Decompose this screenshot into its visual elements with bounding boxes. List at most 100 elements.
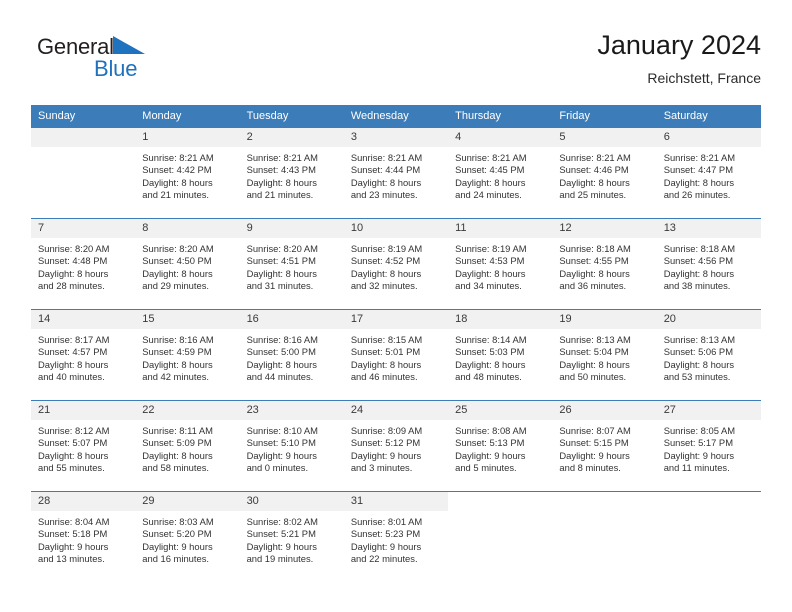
weekday-header-monday: Monday <box>135 105 240 128</box>
calendar-day-cell[interactable]: 31 Sunrise: 8:01 AM Sunset: 5:23 PM Dayligh… <box>343 491 449 582</box>
day-details: Sunrise: 8:10 AM Sunset: 5:10 PM Daylight:… <box>240 420 344 475</box>
calendar-day-cell[interactable]: 5 Sunrise: 8:21 AM Sunset: 4:46 PM Daylight… <box>552 128 657 219</box>
sunset-text: Sunset: 4:47 PM <box>663 164 733 176</box>
calendar-day-cell[interactable]: 10 Sunrise: 8:19 AM Sunset: 4:52 PM Dayligh… <box>343 218 449 310</box>
calendar-day-cell[interactable]: 17 Sunrise: 8:15 AM Sunset: 5:01 PM Dayligh… <box>343 309 449 401</box>
calendar-day-cell[interactable]: 23 Sunrise: 8:10 AM Sunset: 5:10 PM Dayligh… <box>239 400 344 492</box>
calendar-day-cell[interactable]: 7 Sunrise: 8:20 AM Sunset: 4:48 PM Daylight… <box>31 218 136 310</box>
sunrise-text: Sunrise: 8:20 AM <box>246 243 318 254</box>
day-number: 11 <box>448 219 553 238</box>
day-cell-inner: 9 Sunrise: 8:20 AM Sunset: 4:51 PM Daylight… <box>239 219 344 309</box>
sunrise-text: Sunrise: 8:21 AM <box>246 152 318 163</box>
calendar-day-cell[interactable]: 22 Sunrise: 8:11 AM Sunset: 5:09 PM Dayligh… <box>135 400 240 492</box>
day-cell-inner: 1 Sunrise: 8:21 AM Sunset: 4:42 PM Daylight… <box>135 128 240 218</box>
calendar-day-cell[interactable]: 18 Sunrise: 8:14 AM Sunset: 5:03 PM Dayligh… <box>448 309 553 401</box>
day-cell-inner: 29 Sunrise: 8:03 AM Sunset: 5:20 PM Dayligh… <box>135 492 240 582</box>
calendar-day-cell[interactable]: 11 Sunrise: 8:19 AM Sunset: 4:53 PM Dayligh… <box>448 218 553 310</box>
sunset-text: Sunset: 5:07 PM <box>38 437 108 449</box>
calendar-day-cell[interactable]: 4 Sunrise: 8:21 AM Sunset: 4:45 PM Daylight… <box>448 128 553 219</box>
calendar-day-cell[interactable]: 6 Sunrise: 8:21 AM Sunset: 4:47 PM Daylight… <box>656 128 761 219</box>
sunrise-text: Sunrise: 8:18 AM <box>559 243 631 254</box>
day-details: Sunrise: 8:03 AM Sunset: 5:20 PM Daylight:… <box>135 511 239 566</box>
calendar-day-cell[interactable]: 28 Sunrise: 8:04 AM Sunset: 5:18 PM Dayligh… <box>31 491 136 582</box>
day-number: 9 <box>239 219 344 238</box>
calendar-day-cell[interactable]: 8 Sunrise: 8:20 AM Sunset: 4:50 PM Daylight… <box>135 218 240 310</box>
daylight-text-line1: Daylight: 9 hours <box>559 449 630 461</box>
day-details: Sunrise: 8:21 AM Sunset: 4:42 PM Daylight:… <box>135 147 239 202</box>
day-number: 3 <box>343 128 449 147</box>
day-details: Sunrise: 8:16 AM Sunset: 4:59 PM Daylight:… <box>135 329 239 384</box>
sunset-text: Sunset: 5:03 PM <box>455 346 525 358</box>
day-cell-inner: 18 Sunrise: 8:14 AM Sunset: 5:03 PM Dayligh… <box>448 310 553 400</box>
daylight-text-line2: and 23 minutes. <box>350 189 418 201</box>
sunset-text: Sunset: 4:57 PM <box>38 346 108 358</box>
calendar-day-cell[interactable]: 14 Sunrise: 8:17 AM Sunset: 4:57 PM Dayligh… <box>31 309 136 401</box>
sunset-text: Sunset: 4:46 PM <box>559 164 629 176</box>
daylight-text-line1: Daylight: 8 hours <box>246 176 317 188</box>
daylight-text-line1: Daylight: 8 hours <box>38 449 109 461</box>
sunset-text: Sunset: 4:52 PM <box>350 255 421 267</box>
calendar-day-cell[interactable]: 20 Sunrise: 8:13 AM Sunset: 5:06 PM Dayligh… <box>656 309 761 401</box>
day-details: Sunrise: 8:19 AM Sunset: 4:53 PM Daylight:… <box>448 238 552 293</box>
daylight-text-line2: and 5 minutes. <box>455 462 517 474</box>
day-cell-inner: 20 Sunrise: 8:13 AM Sunset: 5:06 PM Dayligh… <box>656 310 761 400</box>
sunrise-text: Sunrise: 8:18 AM <box>663 243 736 254</box>
daylight-text-line2: and 46 minutes. <box>350 371 418 383</box>
day-number: 28 <box>31 492 136 511</box>
calendar-day-cell[interactable]: 13 Sunrise: 8:18 AM Sunset: 4:56 PM Dayligh… <box>656 218 761 310</box>
day-number: 25 <box>448 401 553 420</box>
sunrise-text: Sunrise: 8:17 AM <box>38 334 110 345</box>
daylight-text-line1: Daylight: 9 hours <box>246 540 317 552</box>
day-number <box>656 492 761 511</box>
calendar-day-cell[interactable]: 9 Sunrise: 8:20 AM Sunset: 4:51 PM Daylight… <box>239 218 344 310</box>
daylight-text-line2: and 50 minutes. <box>559 371 627 383</box>
sunset-text: Sunset: 4:53 PM <box>455 255 525 267</box>
day-cell-inner: 10 Sunrise: 8:19 AM Sunset: 4:52 PM Dayligh… <box>343 219 449 309</box>
calendar-day-cell[interactable]: 16 Sunrise: 8:16 AM Sunset: 5:00 PM Dayligh… <box>239 309 344 401</box>
sunset-text: Sunset: 5:09 PM <box>142 437 212 449</box>
daylight-text-line1: Daylight: 8 hours <box>38 358 109 370</box>
day-number: 15 <box>135 310 240 329</box>
calendar-day-cell[interactable]: 26 Sunrise: 8:07 AM Sunset: 5:15 PM Dayligh… <box>552 400 657 492</box>
day-number: 13 <box>656 219 761 238</box>
day-number: 16 <box>239 310 344 329</box>
daylight-text-line1: Daylight: 9 hours <box>663 449 735 461</box>
calendar-day-cell[interactable]: 29 Sunrise: 8:03 AM Sunset: 5:20 PM Dayligh… <box>135 491 240 582</box>
daylight-text-line1: Daylight: 8 hours <box>455 176 526 188</box>
calendar-week-row: 1 Sunrise: 8:21 AM Sunset: 4:42 PM Daylight… <box>31 128 761 219</box>
day-cell-inner: 13 Sunrise: 8:18 AM Sunset: 4:56 PM Dayligh… <box>656 219 761 309</box>
calendar-day-cell[interactable]: 1 Sunrise: 8:21 AM Sunset: 4:42 PM Daylight… <box>135 128 240 219</box>
logo-general-blue[interactable]: General Blue <box>37 34 237 90</box>
day-cell-inner: 17 Sunrise: 8:15 AM Sunset: 5:01 PM Dayligh… <box>343 310 449 400</box>
weekday-header-wednesday: Wednesday <box>343 105 449 128</box>
day-details: Sunrise: 8:18 AM Sunset: 4:55 PM Daylight:… <box>552 238 656 293</box>
calendar-day-cell[interactable]: 25 Sunrise: 8:08 AM Sunset: 5:13 PM Dayligh… <box>448 400 553 492</box>
calendar-day-cell[interactable]: 3 Sunrise: 8:21 AM Sunset: 4:44 PM Daylight… <box>343 128 449 219</box>
day-number: 22 <box>135 401 240 420</box>
calendar-page: General Blue January 2024 Reichstett, Fr… <box>0 0 792 612</box>
daylight-text-line2: and 42 minutes. <box>142 371 209 383</box>
calendar-day-cell[interactable]: 30 Sunrise: 8:02 AM Sunset: 5:21 PM Dayligh… <box>239 491 344 582</box>
sunset-text: Sunset: 5:18 PM <box>38 528 108 540</box>
calendar-day-cell[interactable]: 27 Sunrise: 8:05 AM Sunset: 5:17 PM Dayligh… <box>656 400 761 492</box>
day-details: Sunrise: 8:05 AM Sunset: 5:17 PM Daylight:… <box>657 420 761 475</box>
daylight-text-line1: Daylight: 9 hours <box>142 540 213 552</box>
day-cell-inner <box>552 492 657 582</box>
day-cell-inner: 7 Sunrise: 8:20 AM Sunset: 4:48 PM Daylight… <box>31 219 136 309</box>
calendar-body: 1 Sunrise: 8:21 AM Sunset: 4:42 PM Daylight… <box>31 128 761 582</box>
calendar-day-cell[interactable]: 15 Sunrise: 8:16 AM Sunset: 4:59 PM Dayligh… <box>135 309 240 401</box>
day-cell-inner: 31 Sunrise: 8:01 AM Sunset: 5:23 PM Dayligh… <box>343 492 449 582</box>
calendar-day-cell[interactable]: 19 Sunrise: 8:13 AM Sunset: 5:04 PM Dayligh… <box>552 309 657 401</box>
sunrise-text: Sunrise: 8:21 AM <box>350 152 423 163</box>
daylight-text-line1: Daylight: 8 hours <box>142 176 213 188</box>
daylight-text-line2: and 16 minutes. <box>142 553 209 565</box>
sunrise-text: Sunrise: 8:21 AM <box>559 152 631 163</box>
sunrise-text: Sunrise: 8:14 AM <box>455 334 527 345</box>
calendar-day-cell[interactable]: 12 Sunrise: 8:18 AM Sunset: 4:55 PM Dayligh… <box>552 218 657 310</box>
calendar-day-cell[interactable]: 21 Sunrise: 8:12 AM Sunset: 5:07 PM Dayligh… <box>31 400 136 492</box>
page-subtitle: Reichstett, France <box>647 70 761 86</box>
day-number: 4 <box>448 128 553 147</box>
calendar-day-cell[interactable]: 2 Sunrise: 8:21 AM Sunset: 4:43 PM Daylight… <box>239 128 344 219</box>
calendar-day-cell[interactable]: 24 Sunrise: 8:09 AM Sunset: 5:12 PM Dayligh… <box>343 400 449 492</box>
daylight-text-line2: and 48 minutes. <box>455 371 522 383</box>
